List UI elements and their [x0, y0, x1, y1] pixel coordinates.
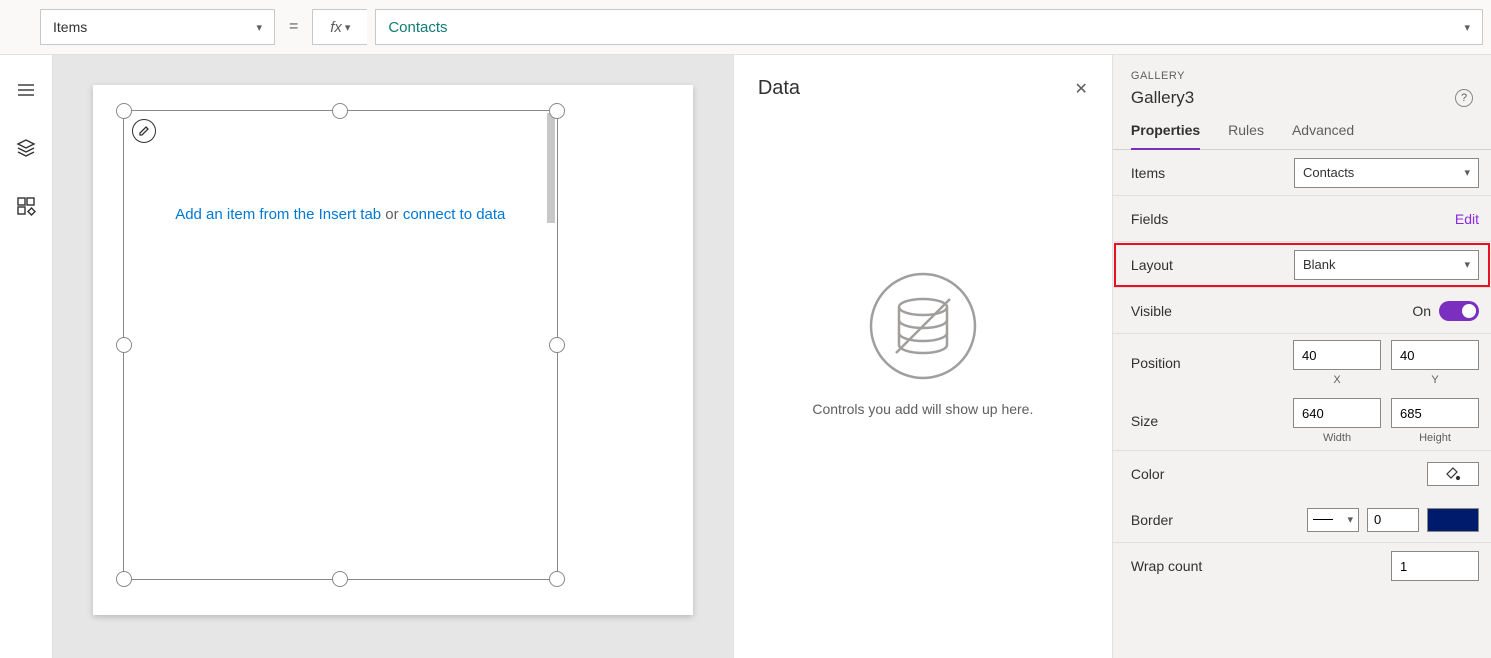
resize-handle[interactable] [549, 103, 565, 119]
prop-position: Position X Y [1113, 334, 1491, 392]
prop-border: Border ▾ [1113, 497, 1491, 543]
wrap-count-input[interactable] [1391, 551, 1479, 581]
formula-text: Contacts [388, 19, 447, 36]
resize-handle[interactable] [116, 337, 132, 353]
layers-icon[interactable] [16, 138, 36, 158]
visible-toggle[interactable] [1439, 301, 1479, 321]
visible-state: On [1412, 303, 1431, 319]
layout-value: Blank [1303, 257, 1336, 272]
data-panel: Data ✕ Controls you add will show up her… [733, 55, 1112, 658]
color-picker[interactable] [1427, 462, 1479, 486]
resize-handle[interactable] [549, 571, 565, 587]
data-panel-message: Controls you add will show up here. [812, 401, 1033, 417]
close-icon[interactable]: ✕ [1075, 79, 1088, 99]
control-name[interactable]: Gallery3 [1131, 88, 1194, 108]
tab-properties[interactable]: Properties [1131, 122, 1200, 150]
prop-visible: Visible On [1113, 288, 1491, 334]
prop-size-label: Size [1131, 413, 1158, 429]
prop-position-label: Position [1131, 355, 1181, 371]
tab-rules[interactable]: Rules [1228, 122, 1264, 149]
size-width-input[interactable] [1293, 398, 1381, 428]
resize-handle[interactable] [332, 571, 348, 587]
property-dropdown-label: Items [53, 19, 87, 35]
size-height-input[interactable] [1391, 398, 1479, 428]
fx-button[interactable]: fx ▾ [312, 9, 367, 45]
prop-items-label: Items [1131, 165, 1165, 181]
fx-icon: fx [330, 19, 342, 36]
chevron-down-icon: ▾ [1464, 258, 1470, 271]
components-icon[interactable] [16, 196, 36, 216]
tab-advanced[interactable]: Advanced [1292, 122, 1354, 149]
resize-handle[interactable] [549, 337, 565, 353]
size-width-sublabel: Width [1323, 432, 1351, 444]
layout-dropdown[interactable]: Blank ▾ [1294, 250, 1479, 280]
properties-panel: GALLERY Gallery3 ? Properties Rules Adva… [1112, 55, 1491, 658]
properties-tabs: Properties Rules Advanced [1113, 122, 1491, 150]
prop-wrap-label: Wrap count [1131, 558, 1202, 574]
database-empty-icon [868, 271, 978, 381]
border-width-input[interactable] [1367, 508, 1419, 532]
control-type-label: GALLERY [1131, 70, 1473, 82]
prop-items: Items Contacts ▾ [1113, 150, 1491, 196]
canvas-area[interactable]: Add an item from the Insert tab or conne… [53, 55, 733, 658]
prop-size: Size Width Height [1113, 392, 1491, 451]
hint-connect[interactable]: connect to data [403, 206, 506, 223]
items-value: Contacts [1303, 165, 1354, 180]
line-icon [1313, 519, 1333, 520]
prop-wrap-count: Wrap count [1113, 543, 1491, 589]
prop-visible-label: Visible [1131, 303, 1172, 319]
hint-insert[interactable]: Add an item from the Insert tab [175, 206, 381, 223]
hamburger-icon[interactable] [16, 80, 36, 100]
prop-color-label: Color [1131, 466, 1164, 482]
position-y-sublabel: Y [1431, 374, 1438, 386]
paint-icon [1446, 467, 1460, 481]
prop-border-label: Border [1131, 512, 1173, 528]
property-dropdown[interactable]: Items ▾ [40, 9, 275, 45]
formula-input[interactable]: Contacts ▾ [375, 9, 1483, 45]
prop-color: Color [1113, 451, 1491, 497]
equals-label: = [283, 18, 304, 36]
resize-handle[interactable] [116, 103, 132, 119]
position-x-input[interactable] [1293, 340, 1381, 370]
left-rail [0, 55, 53, 658]
help-icon[interactable]: ? [1455, 89, 1473, 107]
border-color-swatch[interactable] [1427, 508, 1479, 532]
position-x-sublabel: X [1333, 374, 1340, 386]
data-panel-title: Data [758, 77, 800, 100]
position-y-input[interactable] [1391, 340, 1479, 370]
border-style-dropdown[interactable]: ▾ [1307, 508, 1359, 532]
prop-layout-label: Layout [1131, 257, 1173, 273]
prop-fields-label: Fields [1131, 211, 1168, 227]
edit-pencil-icon[interactable] [132, 119, 156, 143]
chevron-down-icon: ▾ [1464, 166, 1470, 179]
chevron-down-icon: ▾ [345, 21, 351, 34]
gallery-hint: Add an item from the Insert tab or conne… [124, 206, 557, 223]
canvas[interactable]: Add an item from the Insert tab or conne… [93, 85, 693, 615]
fields-edit-link[interactable]: Edit [1455, 211, 1479, 227]
resize-handle[interactable] [116, 571, 132, 587]
items-dropdown[interactable]: Contacts ▾ [1294, 158, 1479, 188]
chevron-down-icon: ▾ [256, 21, 262, 34]
size-height-sublabel: Height [1419, 432, 1451, 444]
chevron-down-icon: ▾ [1464, 21, 1470, 34]
hint-or: or [381, 206, 403, 223]
prop-fields: Fields Edit [1113, 196, 1491, 242]
prop-layout: Layout Blank ▾ [1113, 242, 1491, 288]
chevron-down-icon: ▾ [1347, 513, 1353, 526]
gallery-control[interactable]: Add an item from the Insert tab or conne… [123, 110, 558, 580]
resize-handle[interactable] [332, 103, 348, 119]
